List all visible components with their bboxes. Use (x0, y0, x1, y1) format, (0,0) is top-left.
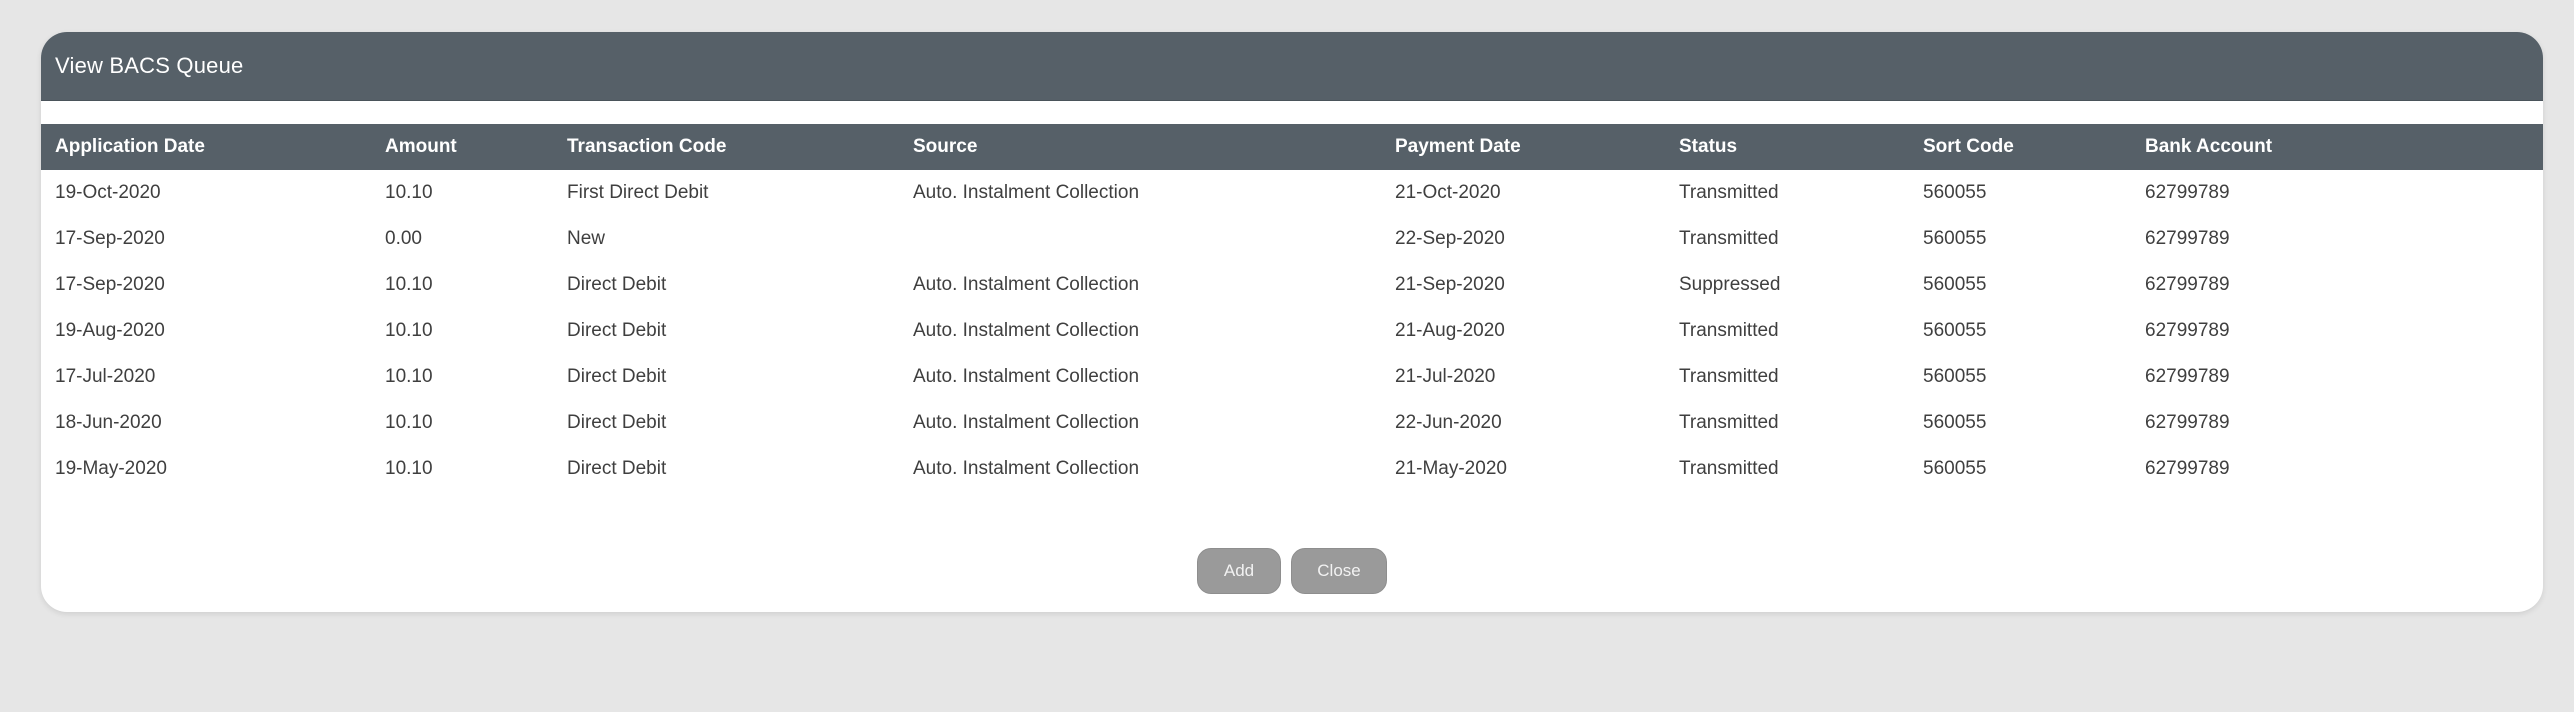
table-row[interactable]: 19-May-2020 10.10 Direct Debit Auto. Instal… (41, 446, 2543, 492)
cell-source: Auto. Instalment Collection (913, 274, 1140, 295)
cell-bank-account: 62799789 (2145, 274, 2230, 295)
table-row[interactable]: 19-Aug-2020 10.10 Direct Debit Auto. Instal… (41, 308, 2543, 354)
add-button[interactable]: Add (1197, 548, 1281, 594)
cell-amount: 10.10 (385, 412, 433, 433)
cell-amount: 10.10 (385, 366, 433, 387)
column-header-amount: Amount (385, 136, 457, 157)
bacs-queue-dialog: View BACS Queue Application Date Amount … (41, 32, 2543, 612)
cell-payment-date: 21-Sep-2020 (1395, 274, 1505, 295)
cell-status: Transmitted (1679, 182, 1779, 203)
cell-amount: 10.10 (385, 182, 433, 203)
cell-status: Transmitted (1679, 412, 1779, 433)
dialog-title: View BACS Queue (55, 53, 244, 78)
column-header-application-date: Application Date (55, 136, 205, 157)
cell-transaction-code: Direct Debit (567, 412, 667, 433)
cell-source: Auto. Instalment Collection (913, 366, 1140, 387)
column-header-status: Status (1679, 136, 1738, 157)
cell-bank-account: 62799789 (2145, 458, 2230, 479)
cell-status: Transmitted (1679, 366, 1779, 387)
cell-source: Auto. Instalment Collection (913, 458, 1140, 479)
cell-status: Transmitted (1679, 458, 1779, 479)
cell-payment-date: 21-Aug-2020 (1395, 320, 1505, 341)
cell-source: Auto. Instalment Collection (913, 182, 1140, 203)
column-header-bank-account: Bank Account (2145, 136, 2273, 157)
dialog-buttons: Add Close (41, 548, 2543, 594)
cell-bank-account: 62799789 (2145, 320, 2230, 341)
table-row[interactable]: 17-Sep-2020 10.10 Direct Debit Auto. Instal… (41, 262, 2543, 308)
cell-sort-code: 560055 (1923, 320, 1987, 341)
column-header-source: Source (913, 136, 978, 157)
cell-application-date: 18-Jun-2020 (55, 412, 162, 433)
bacs-queue-table: Application Date Amount Transaction Code… (41, 124, 2543, 492)
dialog-header: View BACS Queue (41, 32, 2543, 101)
cell-sort-code: 560055 (1923, 458, 1987, 479)
column-header-transaction-code: Transaction Code (567, 136, 727, 157)
cell-amount: 0.00 (385, 228, 422, 249)
table-row[interactable]: 18-Jun-2020 10.10 Direct Debit Auto. Instal… (41, 400, 2543, 446)
cell-transaction-code: Direct Debit (567, 274, 667, 295)
cell-bank-account: 62799789 (2145, 412, 2230, 433)
cell-transaction-code: Direct Debit (567, 458, 667, 479)
cell-amount: 10.10 (385, 320, 433, 341)
table-header-row: Application Date Amount Transaction Code… (41, 124, 2543, 170)
cell-payment-date: 21-May-2020 (1395, 458, 1507, 479)
cell-transaction-code: New (567, 228, 606, 249)
table-body: 19-Oct-2020 10.10 First Direct Debit Auto. … (41, 170, 2543, 492)
cell-application-date: 19-Oct-2020 (55, 182, 161, 203)
cell-bank-account: 62799789 (2145, 228, 2230, 249)
cell-status: Transmitted (1679, 228, 1779, 249)
cell-transaction-code: Direct Debit (567, 366, 667, 387)
cell-application-date: 17-Sep-2020 (55, 274, 165, 295)
cell-bank-account: 62799789 (2145, 182, 2230, 203)
cell-transaction-code: Direct Debit (567, 320, 667, 341)
cell-source: Auto. Instalment Collection (913, 412, 1140, 433)
table-row[interactable]: 17-Jul-2020 10.10 Direct Debit Auto. Instal… (41, 354, 2543, 400)
cell-transaction-code: First Direct Debit (567, 182, 709, 203)
bacs-queue-table-container: Application Date Amount Transaction Code… (41, 124, 2543, 492)
cell-bank-account: 62799789 (2145, 366, 2230, 387)
cell-sort-code: 560055 (1923, 228, 1987, 249)
cell-source (899, 216, 1381, 262)
cell-sort-code: 560055 (1923, 412, 1987, 433)
column-header-sort-code: Sort Code (1923, 136, 2014, 157)
cell-sort-code: 560055 (1923, 182, 1987, 203)
cell-application-date: 19-May-2020 (55, 458, 167, 479)
cell-amount: 10.10 (385, 458, 433, 479)
cell-payment-date: 22-Sep-2020 (1395, 228, 1505, 249)
table-row[interactable]: 17-Sep-2020 0.00 New 22-Sep-2020 Transmitted… (41, 216, 2543, 262)
column-header-payment-date: Payment Date (1395, 136, 1521, 157)
cell-status: Transmitted (1679, 320, 1779, 341)
cell-payment-date: 21-Jul-2020 (1395, 366, 1496, 387)
cell-application-date: 17-Jul-2020 (55, 366, 156, 387)
cell-application-date: 19-Aug-2020 (55, 320, 165, 341)
cell-payment-date: 21-Oct-2020 (1395, 182, 1501, 203)
cell-sort-code: 560055 (1923, 274, 1987, 295)
table-row[interactable]: 19-Oct-2020 10.10 First Direct Debit Auto. … (41, 170, 2543, 216)
cell-application-date: 17-Sep-2020 (55, 228, 165, 249)
cell-status: Suppressed (1679, 274, 1781, 295)
cell-amount: 10.10 (385, 274, 433, 295)
close-button[interactable]: Close (1291, 548, 1387, 594)
cell-sort-code: 560055 (1923, 366, 1987, 387)
cell-source: Auto. Instalment Collection (913, 320, 1140, 341)
cell-payment-date: 22-Jun-2020 (1395, 412, 1502, 433)
